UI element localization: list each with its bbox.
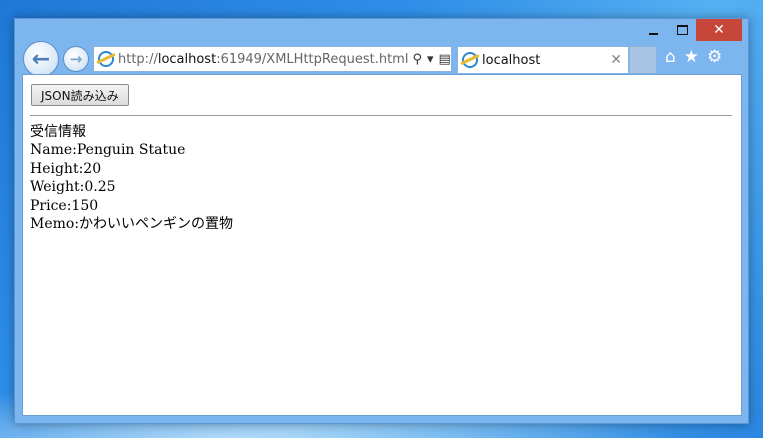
ie-site-icon (98, 51, 114, 67)
back-button[interactable]: ← (23, 41, 59, 77)
field-height: Height:20 (30, 160, 102, 177)
browser-window: ✕ ← → http://localhost:61949/XMLHttpRequ… (14, 18, 749, 424)
url-host: localhost (157, 51, 217, 67)
tab-localhost[interactable]: localhost ✕ (457, 46, 629, 73)
field-name: Name:Penguin Statue (30, 142, 186, 159)
received-info: 受信情報 Name:Penguin Statue Height:20 Weigh… (30, 123, 233, 233)
search-icon[interactable]: ⚲ (412, 52, 422, 67)
arrow-right-icon: → (69, 50, 83, 68)
gear-icon[interactable]: ⚙ (707, 47, 722, 67)
url-path: :61949/XMLHttpRequest.html (216, 51, 409, 67)
toolbar-icons: ⌂ ★ ⚙ (665, 47, 722, 67)
dropdown-icon[interactable]: ▾ (427, 52, 434, 67)
address-bar[interactable]: http://localhost:61949/XMLHttpRequest.ht… (93, 46, 467, 72)
forward-button[interactable]: → (63, 46, 89, 72)
field-memo: Memo:かわいいペンギンの置物 (30, 216, 234, 233)
maximize-button[interactable] (668, 19, 696, 41)
horizontal-rule (30, 115, 732, 116)
new-tab-button[interactable] (629, 46, 657, 73)
minimize-icon (648, 33, 658, 35)
tab-title: localhost (482, 52, 541, 68)
close-icon: ✕ (713, 22, 725, 38)
arrow-left-icon: ← (31, 46, 51, 72)
page-content: JSON読み込み 受信情報 Name:Penguin Statue Height… (22, 74, 742, 416)
field-price: Price:150 (30, 197, 99, 214)
star-icon[interactable]: ★ (684, 47, 699, 67)
compat-view-icon[interactable]: ▤ (439, 52, 451, 67)
close-window-button[interactable]: ✕ (696, 19, 742, 41)
tab-close-icon[interactable]: ✕ (610, 52, 622, 68)
url-scheme: http:// (118, 51, 158, 67)
tab-site-icon (462, 52, 478, 68)
home-icon[interactable]: ⌂ (665, 47, 676, 67)
received-info-heading: 受信情報 (30, 124, 86, 140)
load-json-button[interactable]: JSON読み込み (31, 84, 129, 106)
maximize-icon (676, 25, 688, 35)
minimize-button[interactable] (639, 19, 667, 41)
field-weight: Weight:0.25 (30, 179, 116, 196)
